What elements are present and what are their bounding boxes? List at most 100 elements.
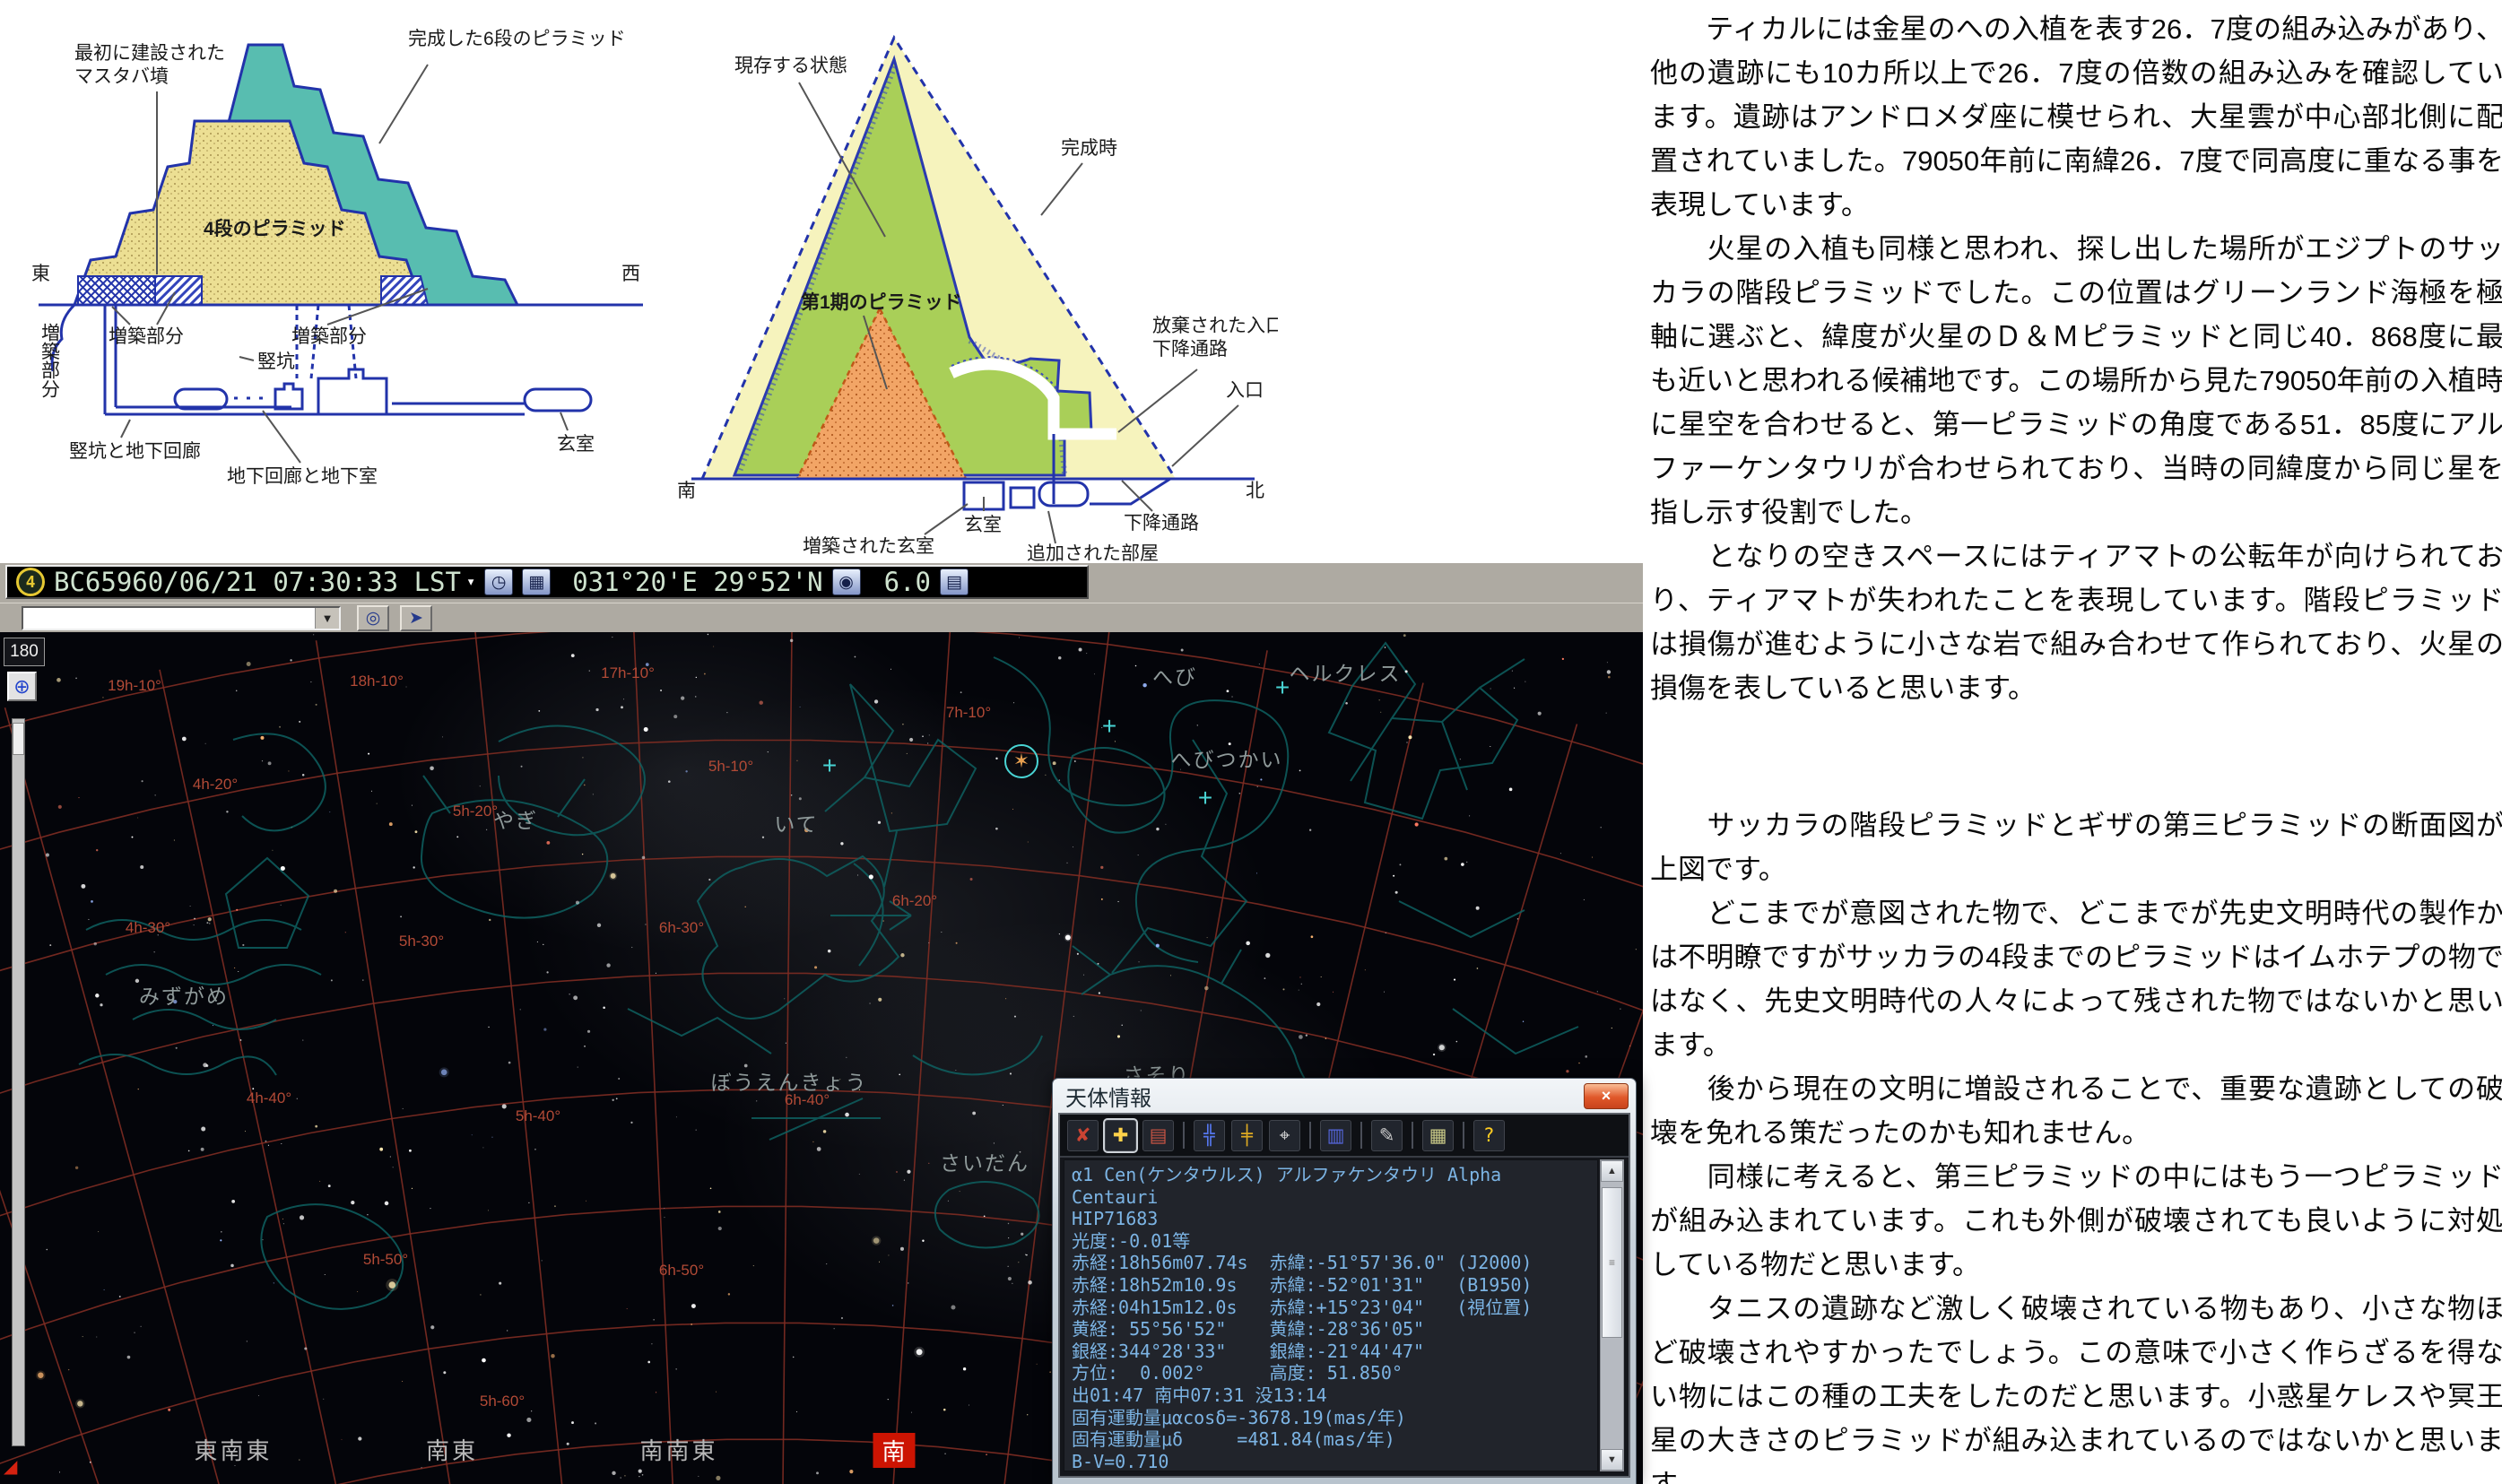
object-search-combobox[interactable]: ▼ bbox=[22, 606, 341, 630]
grid-coordinate-label: 5h-20° bbox=[453, 803, 498, 820]
search-button[interactable]: ◎ bbox=[357, 605, 389, 631]
article-text: ティカルには金星のへの入植を表す26．7度の組み込みがあり、他の遺跡にも10カ所… bbox=[1650, 7, 2502, 1484]
observer-coordinates[interactable]: 031°20'E 29°52'N bbox=[572, 567, 822, 597]
coordinate-lock-icon[interactable]: ╪ bbox=[1231, 1120, 1263, 1151]
diagram-label-phase1: 第1期のピラミッド bbox=[801, 291, 962, 313]
paragraph: サッカラの階段ピラミッドとギザの第三ピラミッドの断面図が上図です。 bbox=[1650, 803, 2502, 891]
goto-object-button[interactable]: ➤ bbox=[400, 605, 432, 631]
diagram-label-gallery-room: 地下回廊と地下室 bbox=[227, 466, 378, 487]
time-dropdown-icon[interactable]: ▾ bbox=[466, 573, 475, 591]
clock-settings-icon[interactable]: ◷ bbox=[484, 568, 513, 595]
diagram-label-current-state: 現存する状態 bbox=[734, 56, 847, 76]
edit-pen-icon[interactable]: ✎ bbox=[1371, 1120, 1403, 1151]
dialog-title: 天体情報 bbox=[1065, 1080, 1151, 1112]
grid-coordinate-label: 4h-40° bbox=[247, 1089, 291, 1107]
grid-coordinate-label: 17h-10° bbox=[601, 664, 655, 682]
horizon-direction-label: 東南東 bbox=[194, 1433, 272, 1466]
info-line: 方位: 0.002° 高度: 51.850° bbox=[1072, 1362, 1590, 1384]
constellation-label: いて bbox=[774, 807, 818, 837]
dialog-titlebar[interactable]: 天体情報 × bbox=[1058, 1079, 1630, 1113]
grid-coordinate-label: 7h-10° bbox=[946, 704, 991, 722]
diagram-label-abandoned-line2: 下降通路 bbox=[1152, 339, 1228, 360]
diagram-label-abandoned-line1: 放棄された入口と bbox=[1152, 316, 1278, 336]
info-line: 固有運動量μαcosδ=-3678.19(mas/年) bbox=[1072, 1407, 1590, 1429]
toolbar-separator bbox=[1463, 1122, 1464, 1149]
toolbar-separator bbox=[1183, 1122, 1185, 1149]
page: 最初に建設された マスタバ墳 完成した6段のピラミッド 4段のピラミッド 東 西… bbox=[0, 0, 2502, 1484]
diagram-label-completed-pyramid: 完成した6段のピラミッド bbox=[408, 29, 626, 49]
globe-icon[interactable]: ◉ bbox=[832, 568, 861, 595]
star-deselect-icon[interactable]: ✘ bbox=[1067, 1120, 1099, 1151]
paragraph: ティカルには金星のへの入植を表す26．7度の組み込みがあり、他の遺跡にも10カ所… bbox=[1650, 7, 2502, 227]
diagram-label-chamber: 玄室 bbox=[964, 515, 1002, 535]
grid-coordinate-label: 5h-30° bbox=[399, 933, 444, 950]
diagram-label-extended-chamber: 増築された玄室 bbox=[803, 536, 934, 557]
memo-clipboard-icon[interactable]: ▦ bbox=[1422, 1120, 1454, 1151]
info-line: 赤経:04h15m12.0s 赤緯:+15°23'04" (視位置) bbox=[1072, 1297, 1590, 1319]
grid-coordinate-label: 18h-10° bbox=[350, 673, 404, 690]
grid-coordinate-label: 6h-30° bbox=[659, 919, 704, 937]
diagram-label-mastaba-line2: マスタバ墳 bbox=[74, 66, 169, 87]
info-line: B-V=0.710 bbox=[1072, 1451, 1590, 1471]
close-button[interactable]: × bbox=[1584, 1083, 1629, 1109]
selected-object-marker[interactable]: ✶ bbox=[1004, 744, 1038, 778]
info-line: 光度:-0.01等 bbox=[1072, 1230, 1590, 1253]
search-toolbar: ▼ ◎ ➤ bbox=[0, 603, 1643, 633]
display-settings-icon[interactable]: ▤ bbox=[940, 568, 969, 595]
graph-monitor-icon[interactable]: ▥ bbox=[1320, 1120, 1351, 1151]
reference-book-icon[interactable]: ▤ bbox=[1142, 1120, 1174, 1151]
horizon-direction-label: 南東 bbox=[426, 1433, 478, 1466]
constellation-label: へびつかい bbox=[1171, 742, 1283, 773]
paragraph: 後から現在の文明に増設されることで、重要な遺跡としての破壊を免れる策だったのかも… bbox=[1650, 1067, 2502, 1155]
coordinate-cross-icon[interactable]: ╬ bbox=[1194, 1120, 1225, 1151]
grid-coordinate-label: 6h-40° bbox=[785, 1091, 830, 1109]
info-line: Centauri bbox=[1072, 1186, 1590, 1209]
diagram-label-east: 東 bbox=[31, 264, 50, 284]
binoculars-icon: ◎ bbox=[366, 608, 381, 629]
info-line: α1 Cen(ケンタウルス) アルファケンタウリ Alpha bbox=[1072, 1164, 1590, 1186]
dialog-scrollbar[interactable]: ▲ ≡ ▼ bbox=[1600, 1159, 1624, 1471]
diagram-label-mastaba-line1: 最初に建設された bbox=[74, 43, 225, 64]
diagram-label-extension-mid: 増築部分 bbox=[109, 326, 184, 347]
limiting-magnitude[interactable]: 6.0 bbox=[884, 567, 931, 597]
paragraph: 火星の入植も同様と思われ、探し出した場所がエジプトのサッカラの階段ピラミッドでし… bbox=[1650, 227, 2502, 534]
step-pyramid-cross-section-diagram: 最初に建設された マスタバ墳 完成した6段のピラミッド 4段のピラミッド 東 西… bbox=[22, 9, 650, 489]
close-icon: × bbox=[1602, 1087, 1612, 1106]
map-settings-icon[interactable]: ▦ bbox=[522, 568, 551, 595]
planet-marker[interactable]: + bbox=[1102, 714, 1116, 739]
paragraph: となりの空きスペースにはティアマトの公転年が向けられており、ティアマトが失われた… bbox=[1650, 534, 2502, 710]
zoom-slider[interactable] bbox=[12, 718, 25, 1446]
horizon-direction-label: 南 bbox=[873, 1433, 915, 1468]
grid-coordinate-label: 6h-20° bbox=[892, 892, 937, 910]
extension-block bbox=[155, 276, 202, 305]
combobox-dropdown-icon[interactable]: ▼ bbox=[315, 608, 339, 629]
chart-corner-marker: ◢ bbox=[4, 1455, 17, 1478]
goto-icon: ➤ bbox=[409, 608, 423, 629]
help-icon[interactable]: ? bbox=[1473, 1120, 1505, 1151]
constellation-label: みずがめ bbox=[139, 979, 229, 1010]
combobox-value[interactable] bbox=[23, 608, 315, 629]
zoom-slider-thumb[interactable] bbox=[13, 723, 24, 755]
planet-marker[interactable]: + bbox=[1198, 785, 1212, 811]
star-center-icon[interactable]: ✚ bbox=[1105, 1120, 1136, 1151]
toolbar-separator bbox=[1412, 1122, 1413, 1149]
zoom-in-button[interactable]: ⊕ bbox=[7, 672, 37, 701]
paragraph: 同様に考えると、第三ピラミッドの中にはもう一つピラミッドが組み込まれています。こ… bbox=[1650, 1155, 2502, 1287]
diagram-label-four-step: 4段のピラミッド bbox=[204, 218, 346, 239]
third-pyramid-cross-section-diagram: 現存する状態 完成時 第1期のピラミッド 放棄された入口と 下降通路 入口 北 … bbox=[668, 13, 1278, 561]
grid-coordinate-label: 4h-30° bbox=[126, 919, 170, 937]
scrollbar-thumb[interactable]: ≡ bbox=[1602, 1187, 1622, 1338]
planet-marker[interactable]: + bbox=[1275, 675, 1290, 700]
telescope-icon[interactable]: ⌖ bbox=[1269, 1120, 1300, 1151]
datetime-display[interactable]: BC65960/06/21 07:30:33 LST bbox=[54, 567, 461, 597]
grid-coordinate-label: 5h-40° bbox=[516, 1107, 560, 1125]
grid-coordinate-label: 19h-10° bbox=[108, 677, 161, 695]
scroll-up-icon[interactable]: ▲ bbox=[1601, 1160, 1623, 1182]
diagram-label-entrance: 入口 bbox=[1226, 380, 1264, 401]
diagram-label-chamber: 玄室 bbox=[557, 434, 595, 455]
diagram-label-north: 北 bbox=[1246, 481, 1264, 501]
planet-marker[interactable]: + bbox=[822, 753, 837, 778]
diagram-label-west: 西 bbox=[621, 264, 640, 284]
scroll-down-icon[interactable]: ▼ bbox=[1601, 1449, 1623, 1471]
diagram-label-shaft-gallery: 竪坑と地下回廊 bbox=[69, 441, 201, 462]
